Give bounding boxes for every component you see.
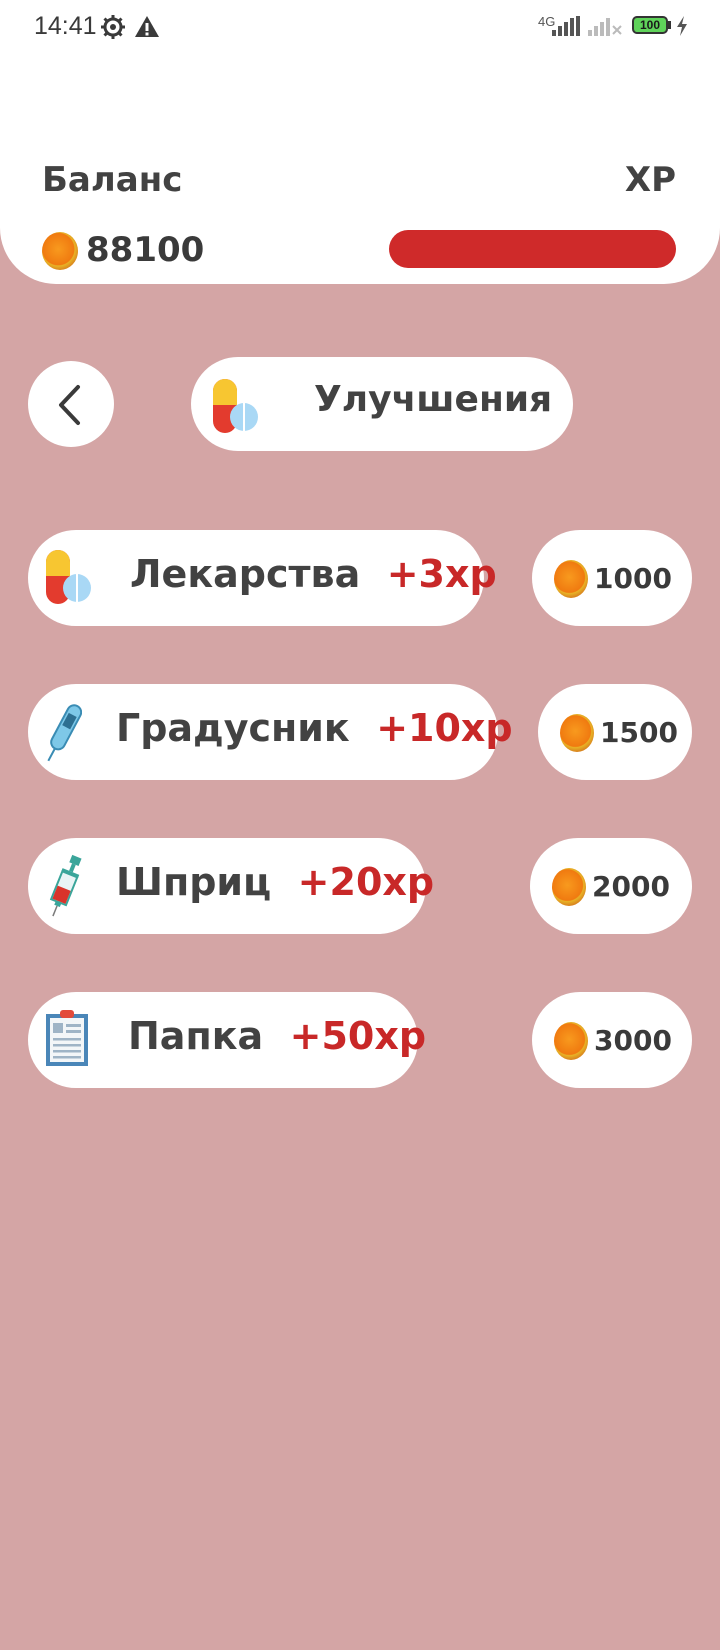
coin-icon (554, 560, 588, 598)
settings-gear-icon (101, 15, 125, 39)
item-name: Градусник (116, 706, 350, 750)
pill-icon (46, 550, 91, 604)
item-price: 3000 (594, 1024, 672, 1057)
charging-icon (677, 16, 687, 36)
item-name: Папка (128, 1014, 264, 1058)
coin-icon (554, 1022, 588, 1060)
xp-progress-bar (389, 230, 676, 268)
item-xp-bonus: +10xp (376, 706, 513, 750)
battery-tip (668, 21, 671, 29)
pill-icon (213, 379, 258, 433)
buy-button-syringe[interactable]: 2000 (530, 838, 692, 934)
upgrade-item-thermometer[interactable]: Градусник +10xp (28, 684, 513, 780)
thermometer-icon (47, 704, 82, 762)
buy-button-medicine[interactable]: 1000 (532, 530, 692, 626)
back-button[interactable] (28, 361, 114, 447)
warning-icon (135, 16, 159, 37)
buy-button-folder[interactable]: 3000 (532, 992, 692, 1088)
item-label: Лекарства +3xp (130, 552, 497, 596)
upgrade-item-syringe[interactable]: Шприц +20xp (28, 838, 434, 934)
item-xp-bonus: +3xp (386, 552, 497, 596)
item-price: 1000 (594, 562, 672, 595)
status-bar: 14:41 4G 100 (0, 0, 720, 56)
status-time: 14:41 (34, 12, 97, 40)
coin-icon (42, 232, 78, 270)
status-indicators: 4G 100 (538, 10, 687, 42)
battery-icon: 100 (632, 16, 668, 34)
balance-value: 88100 (86, 230, 205, 270)
chevron-left-icon (59, 385, 80, 425)
upgrade-item-folder[interactable]: Папка +50xp (28, 992, 426, 1088)
item-price: 2000 (592, 870, 670, 903)
item-price: 1500 (600, 716, 678, 749)
page-title: Улучшения (314, 379, 553, 420)
item-xp-bonus: +50xp (289, 1014, 427, 1058)
signal-icon (552, 16, 580, 36)
balance-label: Баланс (42, 160, 183, 200)
item-label: Папка +50xp (128, 1014, 426, 1058)
item-label: Шприц +20xp (116, 860, 434, 904)
item-name: Лекарства (130, 552, 361, 596)
xp-label: XP (624, 160, 676, 200)
item-label: Градусник +10xp (116, 706, 513, 750)
buy-button-thermometer[interactable]: 1500 (538, 684, 692, 780)
page-title-pill: Улучшения (191, 357, 573, 451)
item-xp-bonus: +20xp (297, 860, 435, 904)
item-name: Шприц (116, 860, 272, 904)
folder-icon (46, 1010, 88, 1066)
upgrade-item-medicine[interactable]: Лекарства +3xp (28, 530, 497, 626)
coin-icon (552, 868, 586, 906)
coin-icon (560, 714, 594, 752)
signal-off-icon (588, 18, 622, 36)
syringe-icon (49, 854, 82, 917)
